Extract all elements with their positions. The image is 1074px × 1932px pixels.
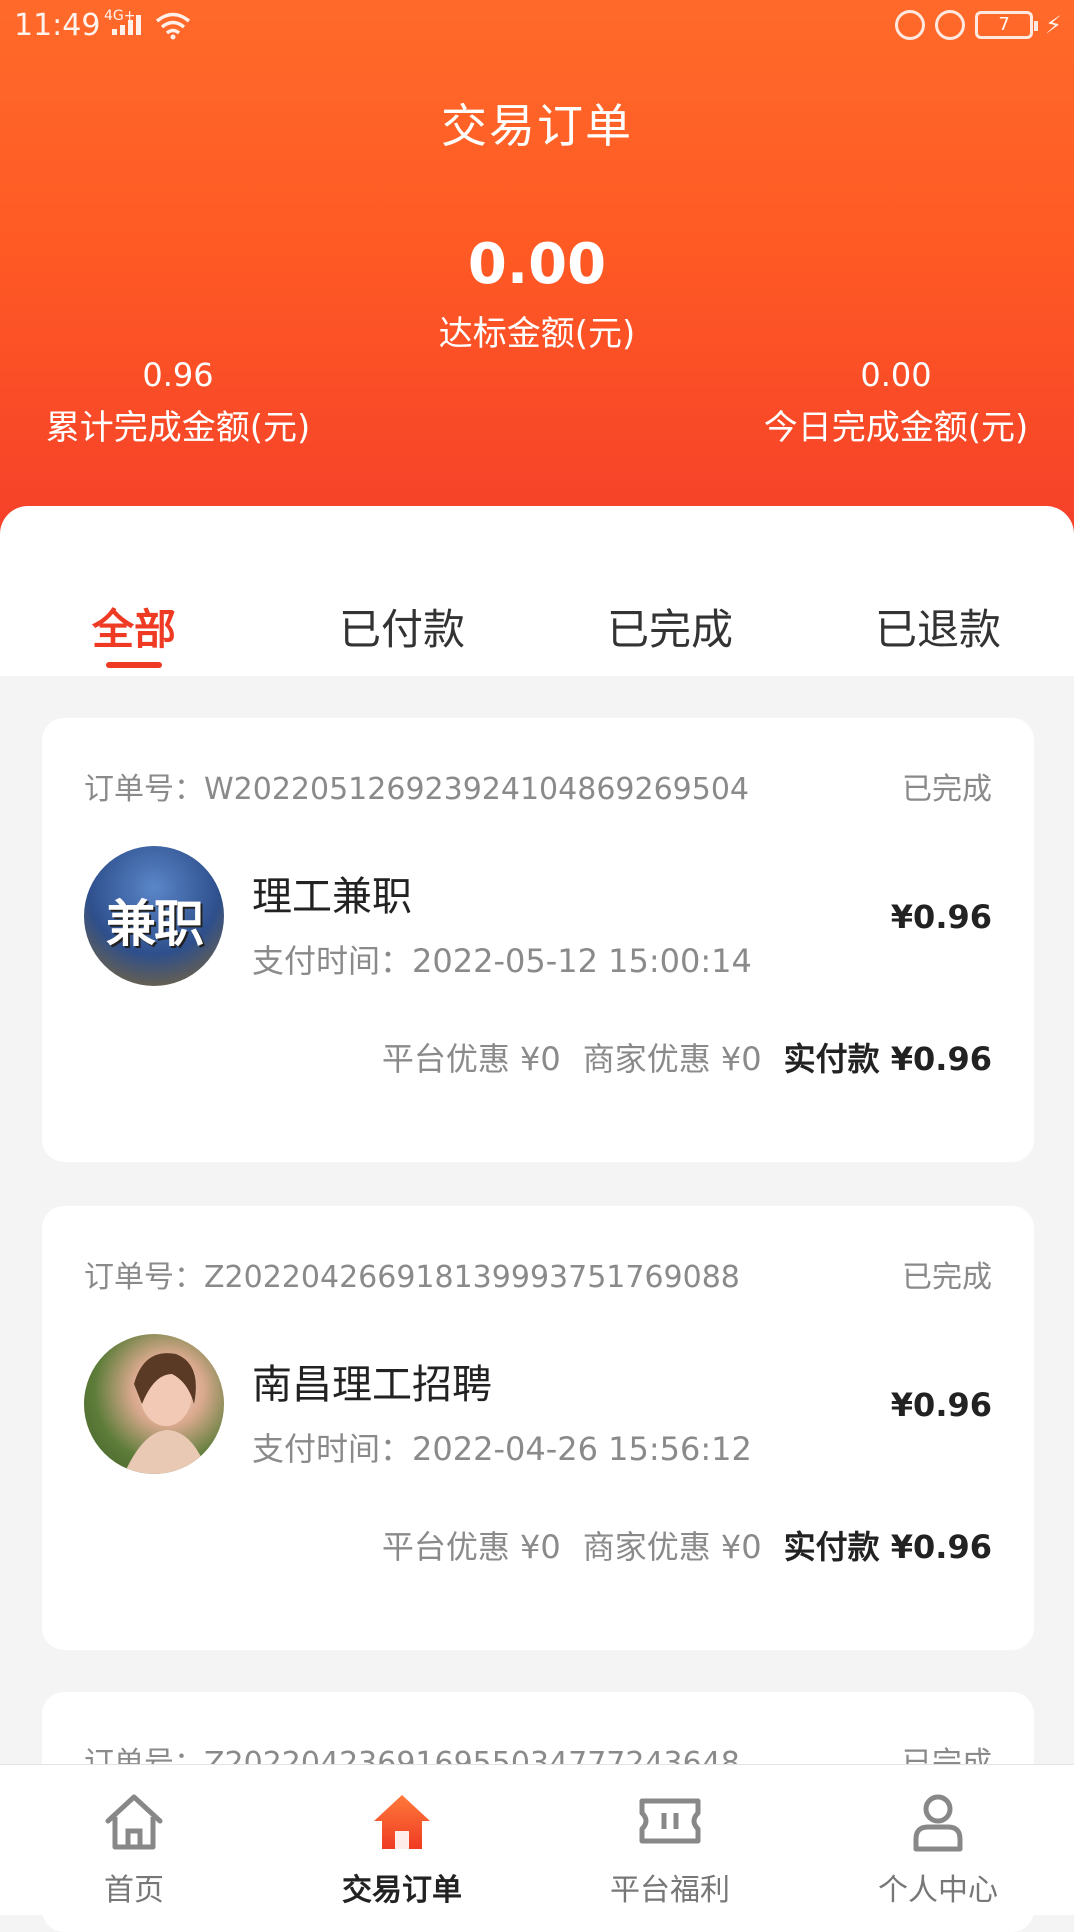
page-title: 交易订单 xyxy=(441,99,633,153)
header: 11:49 4G+ 7 ⚡ 交易订单 0.00 达标金额(元) 0.96 累计完… xyxy=(0,0,1074,540)
merchant-avatar: 兼职 xyxy=(84,846,224,986)
merchant-name: 理工兼职 xyxy=(252,874,412,920)
battery-level: 7 xyxy=(998,14,1010,35)
avatar-logo-text: 兼职 xyxy=(106,895,204,953)
status-bar: 11:49 4G+ 7 ⚡ xyxy=(0,0,1074,52)
charging-icon: ⚡ xyxy=(1045,11,1062,39)
total-completed-stat: 0.96 累计完成金额(元) xyxy=(8,356,348,449)
today-completed-label: 今日完成金额(元) xyxy=(763,408,1029,448)
order-number: 订单号：Z20220426691813999375176908​8 xyxy=(84,1260,740,1295)
nav-profile[interactable]: 个人中心 xyxy=(804,1765,1072,1915)
actual-paid: 实付款 ¥0.96 xyxy=(783,1040,992,1078)
merchant-discount: 商家优惠 ¥0 xyxy=(582,1040,762,1078)
nav-label: 个人中心 xyxy=(878,1873,998,1908)
today-completed-stat: 0.00 今日完成金额(元) xyxy=(726,356,1066,449)
actual-paid: 实付款 ¥0.96 xyxy=(783,1528,992,1566)
battery-icon: 7 xyxy=(975,11,1039,39)
nav-label: 交易订单 xyxy=(342,1873,462,1908)
nav-benefits[interactable]: 平台福利 xyxy=(536,1765,804,1915)
vibrate-icon xyxy=(895,10,926,40)
tab-completed[interactable]: 已完成 xyxy=(536,596,804,657)
nav-orders[interactable]: 交易订单 xyxy=(268,1765,536,1915)
wifi-icon xyxy=(155,12,191,40)
merchant-name: 南昌理工招聘 xyxy=(252,1362,492,1408)
order-price: ¥0.96 xyxy=(890,1386,992,1424)
platform-discount: 平台优惠 ¥0 xyxy=(381,1040,561,1078)
merchant-avatar xyxy=(84,1334,224,1474)
platform-discount: 平台优惠 ¥0 xyxy=(381,1528,561,1566)
status-time: 11:49 xyxy=(14,8,101,43)
nav-home[interactable]: 首页 xyxy=(0,1765,268,1915)
signal-icon xyxy=(112,15,141,35)
target-amount-label: 达标金额(元) xyxy=(438,314,636,354)
total-completed-value: 0.96 xyxy=(142,356,214,394)
tab-refunded[interactable]: 已退款 xyxy=(804,596,1072,657)
orders-home-icon xyxy=(374,1795,430,1849)
active-tab-indicator xyxy=(106,662,162,668)
order-price: ¥0.96 xyxy=(890,898,992,936)
bottom-nav: 首页 交易订单 平台福利 个人中心 xyxy=(0,1764,1074,1915)
order-card[interactable]: 订单号：W20220512692392410486926950​4 已完成 兼职… xyxy=(42,718,1034,1162)
tab-paid[interactable]: 已付款 xyxy=(268,596,536,657)
today-completed-value: 0.00 xyxy=(860,356,932,394)
order-card[interactable]: 订单号：Z20220426691813999375176908​8 已完成 南昌… xyxy=(42,1206,1034,1650)
home-icon xyxy=(105,1794,163,1850)
rotation-lock-icon xyxy=(935,10,966,40)
order-status: 已完成 xyxy=(902,1260,992,1295)
user-icon xyxy=(913,1794,963,1852)
merchant-discount: 商家优惠 ¥0 xyxy=(582,1528,762,1566)
pay-time: 支付时间：2022-04-26 15:56:12 xyxy=(252,1430,752,1468)
target-amount-value: 0.00 xyxy=(467,232,607,297)
portrait-image xyxy=(124,1353,208,1474)
pay-time: 支付时间：2022-05-12 15:00:14 xyxy=(252,942,752,980)
order-summary: 平台优惠 ¥0 商家优惠 ¥0 实付款 ¥0.96 xyxy=(382,1034,992,1080)
total-completed-label: 累计完成金额(元) xyxy=(45,408,311,448)
order-number: 订单号：W20220512692392410486926950​4 xyxy=(84,772,750,807)
ticket-icon xyxy=(639,1798,701,1844)
nav-label: 首页 xyxy=(104,1873,164,1908)
tab-all[interactable]: 全部 xyxy=(0,596,268,657)
order-summary: 平台优惠 ¥0 商家优惠 ¥0 实付款 ¥0.96 xyxy=(382,1522,992,1568)
nav-label: 平台福利 xyxy=(610,1873,730,1908)
status-right: 7 ⚡ xyxy=(895,10,1062,40)
order-tabs: 全部 已付款 已完成 已退款 xyxy=(0,506,1074,676)
order-status: 已完成 xyxy=(902,772,992,807)
